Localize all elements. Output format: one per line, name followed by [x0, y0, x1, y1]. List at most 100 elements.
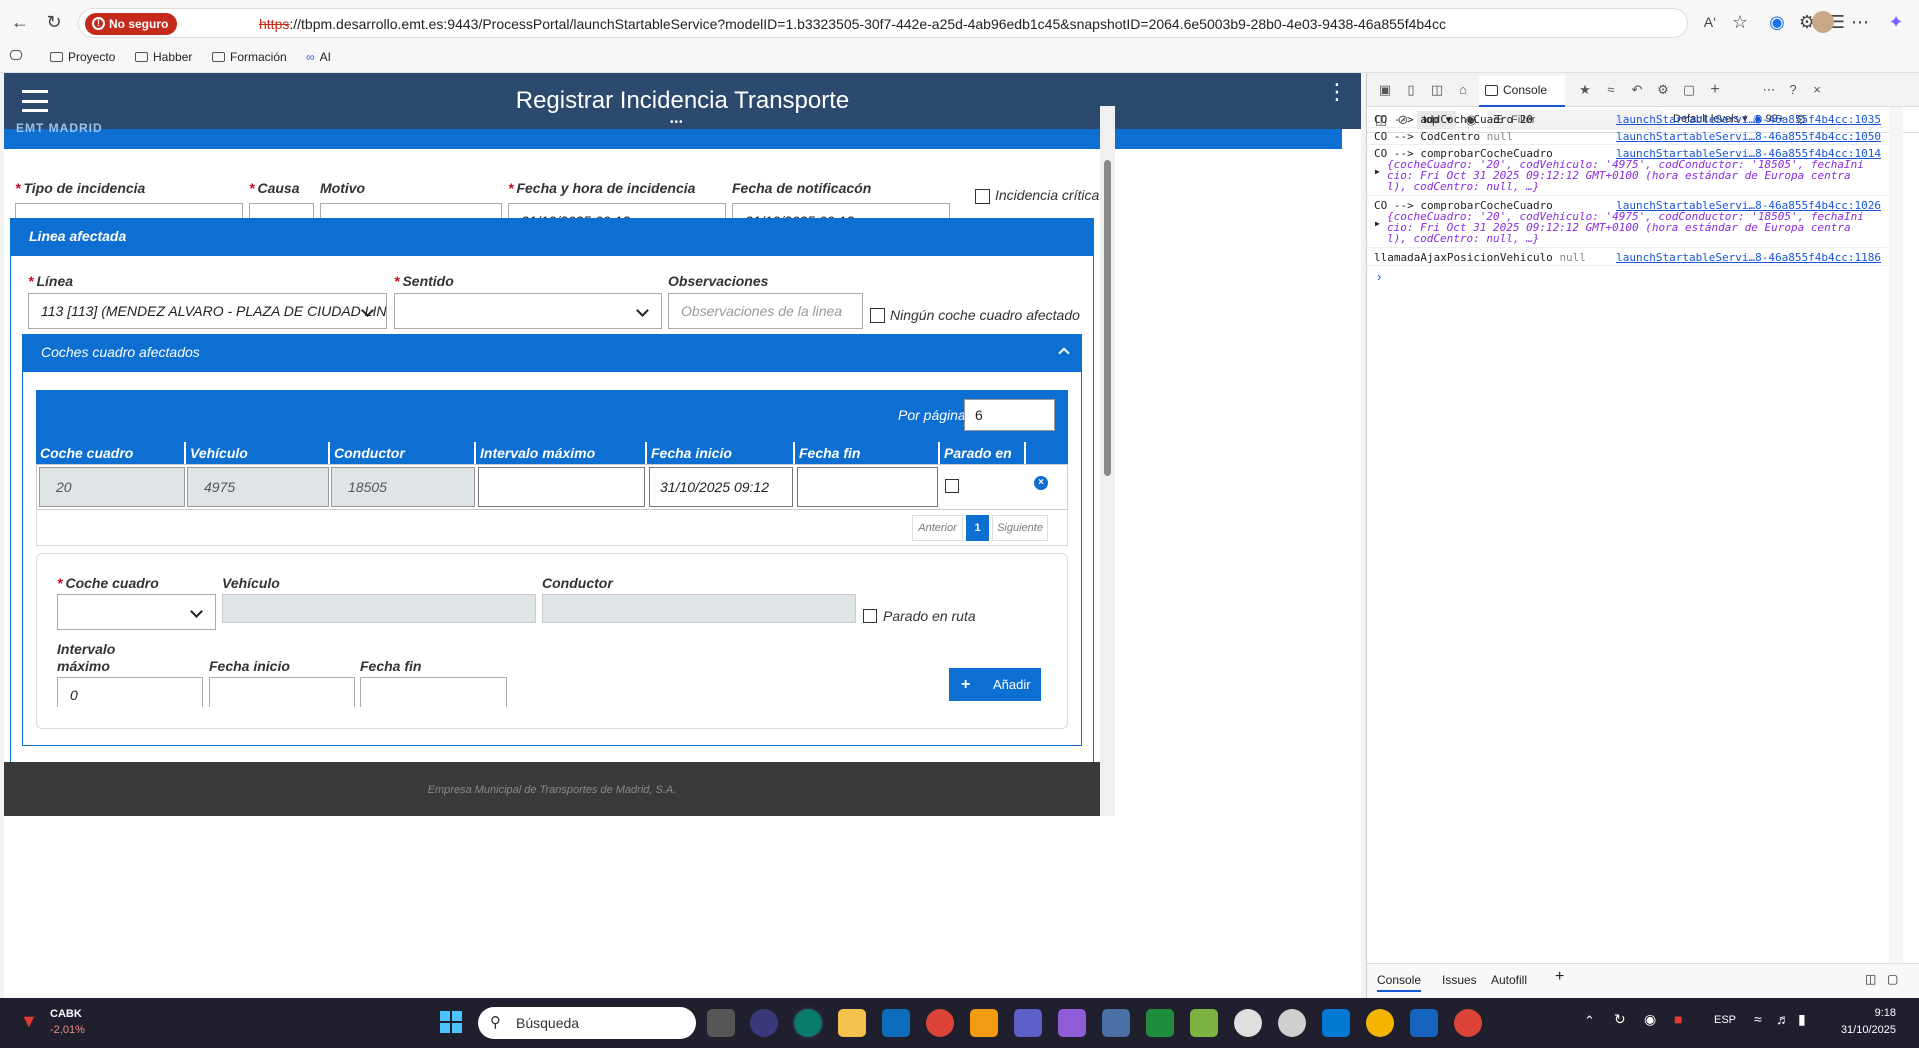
chatgpt-icon[interactable] [1234, 1009, 1262, 1037]
console-prompt-icon[interactable]: › [1377, 269, 1381, 284]
dock-drawer-icon[interactable]: ◫ [1865, 972, 1876, 986]
add-intervalo-input[interactable]: 0 [57, 677, 203, 707]
wifi-icon[interactable]: ≈ [1754, 1011, 1762, 1027]
not-secure-badge[interactable]: ! No seguro [85, 13, 178, 35]
battery-icon[interactable]: ▮ [1798, 1011, 1806, 1028]
address-bar[interactable]: ! No seguro https://tbpm.desarrollo.emt.… [78, 8, 1688, 38]
profile-avatar[interactable] [1812, 11, 1834, 33]
drawer-tab-issues[interactable]: Issues [1442, 973, 1477, 987]
sync-icon[interactable]: ↻ [1614, 1011, 1626, 1028]
app-icon[interactable] [1102, 1009, 1130, 1037]
add-parado-checkbox[interactable] [863, 609, 877, 623]
teams-icon[interactable] [1014, 1009, 1042, 1037]
more-dots-icon[interactable]: ⋯ [1761, 82, 1777, 98]
add-fecha-inicio-input[interactable] [209, 677, 355, 707]
pager-prev-button[interactable]: Anterior [912, 515, 963, 541]
inspect-icon[interactable]: ▣ [1377, 82, 1393, 98]
por-pagina-input[interactable]: 6 [964, 399, 1055, 431]
drawer-tab-autofill[interactable]: Autofill [1491, 973, 1527, 987]
vscode-icon[interactable] [1322, 1009, 1350, 1037]
linea-select[interactable]: 113 [113] (MENDEZ ALVARO - PLAZA DE CIUD… [28, 293, 387, 329]
stock-name[interactable]: CABK [50, 1008, 82, 1020]
log-source-link[interactable]: launchStartableServi…8-46a855f4b4cc:1050 [1616, 130, 1881, 143]
scrollbar-thumb[interactable] [1104, 160, 1111, 476]
outlook-icon[interactable] [882, 1009, 910, 1037]
add-button[interactable]: + Añadir [949, 668, 1041, 701]
remove-row-icon[interactable]: × [1034, 476, 1048, 490]
reload-icon[interactable]: ↻ [42, 10, 66, 34]
task-view-icon[interactable] [707, 1009, 735, 1037]
ningun-coche-checkbox[interactable] [870, 308, 885, 323]
cell-fecha-inicio-input[interactable]: 31/10/2025 09:12 [649, 467, 793, 507]
clock-date[interactable]: 31/10/2025 [1826, 1024, 1896, 1036]
chevron-up-icon[interactable]: ⌃ [1584, 1013, 1595, 1029]
pager-page-1[interactable]: 1 [966, 515, 989, 541]
bug-icon[interactable]: ★ [1577, 82, 1593, 98]
app-icon[interactable] [1366, 1009, 1394, 1037]
expand-arrow-icon[interactable]: ▶ [1375, 167, 1380, 176]
close-icon[interactable]: × [1809, 82, 1825, 98]
chrome-icon[interactable] [1454, 1009, 1482, 1037]
kebab-menu-icon[interactable]: ⋮ [1326, 81, 1348, 103]
stock-chart-icon[interactable]: ▼ [20, 1011, 44, 1035]
app-icon[interactable] [1410, 1009, 1438, 1037]
edge-icon[interactable] [794, 1009, 822, 1037]
chevron-up-icon[interactable] [1058, 347, 1070, 359]
notepad-icon[interactable] [1190, 1009, 1218, 1037]
add-drawer-tab-icon[interactable]: + [1555, 968, 1564, 986]
windows-start-icon[interactable] [440, 1011, 462, 1033]
devtools-scrollbar[interactable] [1889, 107, 1903, 997]
drawer-tab-console[interactable]: Console [1377, 973, 1422, 992]
observaciones-input[interactable]: Observaciones de la linea [668, 293, 863, 329]
taskbar-search[interactable]: ⚲ Búsqueda [478, 1007, 696, 1039]
wifi-icon[interactable]: ≈ [1603, 82, 1619, 98]
pager-next-button[interactable]: Siguiente [992, 515, 1048, 541]
expand-arrow-icon[interactable]: ▶ [1375, 219, 1380, 228]
clock-time[interactable]: 9:18 [1826, 1007, 1896, 1019]
add-tab-icon[interactable]: + [1707, 82, 1723, 98]
cell-fecha-fin-input[interactable] [797, 467, 938, 507]
language-indicator[interactable]: ESP [1714, 1014, 1736, 1026]
more-dots-icon[interactable]: ••• [670, 117, 684, 128]
home-icon[interactable]: ⌂ [1455, 82, 1471, 98]
coches-panel-header[interactable]: Coches cuadro afectados [22, 334, 1082, 371]
sublime-icon[interactable] [970, 1009, 998, 1037]
more-dots-icon[interactable]: ⋯ [1848, 10, 1872, 34]
bookmark-formacion[interactable]: Formación [212, 50, 287, 64]
read-aloud-icon[interactable]: A‘ [1698, 10, 1722, 34]
chrome-icon[interactable] [926, 1009, 954, 1037]
volume-icon[interactable]: ♬ [1776, 1011, 1790, 1027]
tab-console[interactable]: Console [1479, 76, 1565, 107]
security-app-icon[interactable] [750, 1009, 778, 1037]
bookmark-habber[interactable]: Habber [135, 50, 192, 64]
file-explorer-icon[interactable] [838, 1009, 866, 1037]
url-text[interactable]: https://tbpm.desarrollo.emt.es:9443/Proc… [259, 16, 1446, 32]
back-arrow-icon[interactable]: ← [8, 10, 32, 34]
cell-intervalo-input[interactable] [478, 467, 645, 507]
performance-icon[interactable]: ↶ [1629, 82, 1645, 98]
dock-icon[interactable]: ◫ [1429, 82, 1445, 98]
settings-gear-icon[interactable]: ⚙ [1655, 82, 1671, 98]
bookmark-ai[interactable]: ∞ AI [306, 50, 331, 64]
page-scrollbar[interactable] [1100, 106, 1115, 816]
log-source-link[interactable]: launchStartableServi…8-46a855f4b4cc:1035 [1616, 113, 1881, 126]
device-icon[interactable]: ▯ [1403, 82, 1419, 98]
add-coche-select[interactable] [57, 594, 216, 630]
sentido-select[interactable] [394, 293, 662, 329]
incidencia-critica-checkbox[interactable] [975, 189, 990, 204]
close-drawer-icon[interactable]: ▢ [1887, 972, 1898, 986]
app-icon[interactable] [1278, 1009, 1306, 1037]
excel-icon[interactable] [1146, 1009, 1174, 1037]
application-icon[interactable]: ▢ [1681, 82, 1697, 98]
extension-icon[interactable]: ◉ [1765, 10, 1789, 34]
reading-icon[interactable] [10, 50, 22, 60]
copilot-icon[interactable]: ✦ [1884, 10, 1908, 34]
help-icon[interactable]: ? [1785, 82, 1801, 98]
app-tray-icon[interactable]: ■ [1674, 1011, 1682, 1027]
log-source-link[interactable]: launchStartableServi…8-46a855f4b4cc:1186 [1616, 251, 1881, 264]
favorite-star-icon[interactable]: ☆ [1728, 10, 1752, 34]
app-icon[interactable] [1058, 1009, 1086, 1037]
add-fecha-fin-input[interactable] [360, 677, 507, 707]
teams-tray-icon[interactable]: ◉ [1644, 1011, 1656, 1028]
bookmark-proyecto[interactable]: Proyecto [50, 50, 115, 64]
